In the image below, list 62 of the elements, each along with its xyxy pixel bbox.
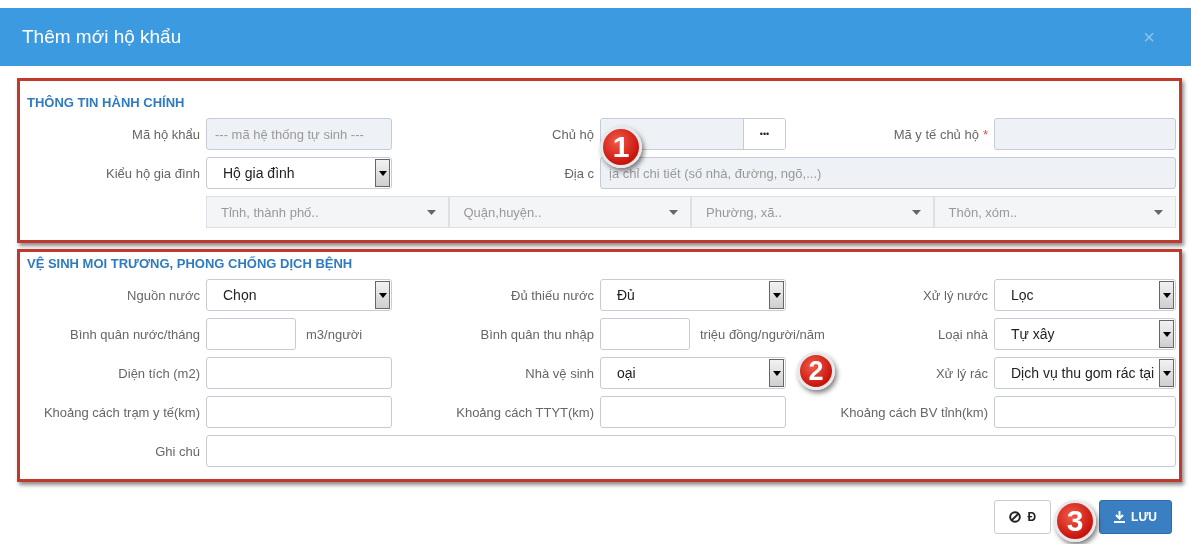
text-field[interactable] [206,396,392,428]
caret-icon [426,209,436,215]
dropdown-field[interactable]: oại [600,357,786,389]
unit-label: triệu đồng/người/năm [700,326,825,342]
dropdown-button[interactable] [769,359,784,387]
dropdown-field[interactable]: Tự xây [994,318,1176,350]
field-label: Khoảng cách trạm y tế(km) [43,404,200,420]
caret-icon [378,170,387,176]
field-label: Đủ thiếu nước [511,287,594,303]
dialog-title: Thêm mới hộ khẩu [22,26,182,48]
field-label: Mã hộ khẩu [132,126,200,142]
field-label: Ghi chú [155,443,200,459]
download-icon [1114,511,1126,523]
ban-icon [1009,511,1022,523]
field-label: Xử lý nước [923,287,988,303]
dropdown-button[interactable] [1159,281,1174,309]
dropdown-field[interactable]: Dịch vụ thu gom rác tại [994,357,1176,389]
field-label: Kiểu hộ gia đình [106,165,200,181]
dropdown-field[interactable]: Hộ gia đình [206,157,392,189]
step-number-badge: 3 [1054,500,1096,542]
dropdown-button[interactable] [375,281,390,309]
field-label: Xử lý rác [935,365,988,381]
dropdown-button[interactable] [1159,320,1174,348]
caret-icon [669,209,678,215]
required-mark: * [982,126,988,142]
field-label: Diện tích (m2) [118,365,200,381]
field-label: Bình quân thu nhập [480,326,594,342]
number-field[interactable] [206,318,296,350]
dropdown-button[interactable] [1159,359,1174,387]
caret-icon [911,209,921,215]
field-label: Bình quân nước/tháng [70,326,200,342]
text-field[interactable] [600,396,786,428]
field-label: Địa c [564,165,594,181]
caret-icon [772,292,781,298]
close-button[interactable]: Đ [994,500,1052,534]
section-title: VỆ SINH MOI TRƯƠNG, PHONG CHỐNG DỊCH BỆNH [27,256,354,271]
field-label: Mã y tế chủ hộ [893,126,979,142]
text-field[interactable] [994,396,1176,428]
field-label: Nhà vệ sinh [525,365,594,381]
section-title: THÔNG TIN HÀNH CHÍNH [27,95,186,110]
save-button[interactable]: LƯU [1099,500,1172,534]
field-label: Chủ hộ [552,126,594,142]
text-field[interactable] [206,435,1176,467]
caret-icon [1162,331,1171,337]
dropdown-button[interactable] [375,159,390,187]
number-field[interactable] [600,318,690,350]
unit-label: m3/người [306,326,363,342]
dropdown-field[interactable]: Đủ [600,279,786,311]
field-label: Khoảng cách TTYT(km) [456,404,594,420]
step-number-badge: 2 [797,352,835,390]
caret-icon [1162,370,1171,376]
field-label: Nguồn nước [127,287,200,303]
text-field[interactable] [206,357,392,389]
caret-icon [1154,209,1163,215]
caret-icon [772,370,781,376]
caret-icon [378,292,387,298]
dropdown-button[interactable] [769,281,784,309]
dropdown-field[interactable]: Chọn [206,279,392,311]
field-label: Khoảng cách BV tỉnh(km) [840,404,988,420]
dropdown-field[interactable]: Lọc [994,279,1176,311]
field-label: Loại nhà [938,326,988,342]
caret-icon [1162,292,1171,298]
